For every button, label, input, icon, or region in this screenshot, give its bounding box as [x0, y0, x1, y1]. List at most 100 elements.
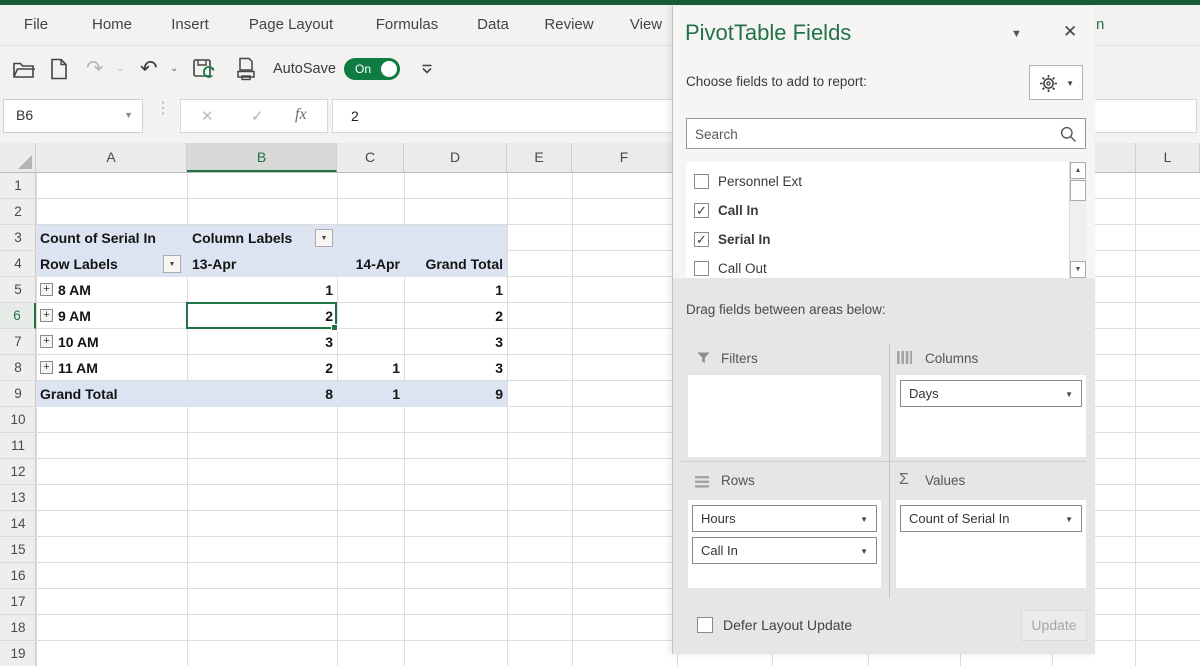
row-header-14[interactable]: 14	[0, 511, 36, 537]
scroll-up-icon[interactable]: ▲	[1070, 162, 1086, 179]
undo-icon[interactable]: ↶	[140, 46, 158, 91]
field-checkbox[interactable]: ✓	[694, 232, 709, 247]
pivot-grand-label[interactable]: Grand Total	[40, 381, 118, 407]
pivot-row-label[interactable]: 8 AM	[58, 277, 91, 303]
pivot-cell-d4[interactable]: Grand Total	[404, 251, 503, 277]
column-header-D[interactable]: D	[404, 143, 507, 172]
new-file-icon[interactable]	[50, 46, 68, 91]
pivot-value[interactable]: 1	[404, 277, 503, 303]
row-header-9[interactable]: 9	[0, 381, 36, 407]
menu-tab-home[interactable]: Home	[92, 5, 132, 45]
pivot-grand-v1[interactable]: 8	[187, 381, 333, 407]
row-header-4[interactable]: 4	[0, 251, 36, 277]
pivot-row-label[interactable]: 10 AM	[58, 329, 99, 355]
name-box-dropdown-icon[interactable]: ▼	[124, 110, 133, 120]
column-header-L[interactable]: L	[1135, 143, 1200, 172]
row-header-18[interactable]: 18	[0, 615, 36, 641]
tools-button[interactable]: ▼	[1029, 65, 1083, 100]
field-list-scrollbar[interactable]: ▲ ▼	[1069, 162, 1086, 278]
pivot-row-label[interactable]: 9 AM	[58, 303, 91, 329]
field-item-call-in[interactable]: ✓Call In	[686, 197, 1066, 226]
pivot-cell-a4[interactable]: Row Labels	[40, 251, 118, 277]
column-header-A[interactable]: A	[36, 143, 187, 172]
pill-dropdown-icon[interactable]: ▼	[860, 515, 868, 524]
columns-pill-days[interactable]: Days▼	[900, 380, 1082, 407]
menu-tab-data[interactable]: Data	[477, 5, 509, 45]
pivot-cell-a3[interactable]: Count of Serial In	[40, 225, 156, 251]
rows-pill-call-in[interactable]: Call In▼	[692, 537, 877, 564]
row-header-11[interactable]: 11	[0, 433, 36, 459]
row-header-2[interactable]: 2	[0, 199, 36, 225]
field-item-call-out[interactable]: Call Out	[686, 255, 1066, 278]
select-all-corner[interactable]	[0, 143, 36, 172]
row-header-8[interactable]: 8	[0, 355, 36, 381]
pill-dropdown-icon[interactable]: ▼	[860, 547, 868, 556]
customize-toolbar-icon[interactable]	[420, 46, 434, 91]
row-header-1[interactable]: 1	[0, 173, 36, 199]
row-header-19[interactable]: 19	[0, 641, 36, 666]
menu-tab-file[interactable]: File	[24, 5, 48, 45]
pivot-value[interactable]: 3	[404, 329, 503, 355]
enter-icon[interactable]: ✓	[251, 107, 264, 125]
pivot-value[interactable]: 2	[404, 303, 503, 329]
update-button[interactable]: Update	[1021, 610, 1087, 641]
column-labels-filter-icon[interactable]: ▼	[315, 229, 333, 247]
pivot-grand-v2[interactable]: 1	[337, 381, 400, 407]
scrollbar-thumb[interactable]	[1070, 180, 1086, 201]
column-header-B[interactable]: B	[187, 143, 337, 172]
menu-tab-view[interactable]: View	[630, 5, 662, 45]
menu-tab-insert[interactable]: Insert	[171, 5, 209, 45]
menu-tab-review[interactable]: Review	[544, 5, 593, 45]
pivot-value[interactable]: 2	[187, 355, 333, 381]
expand-icon[interactable]: +	[40, 283, 53, 296]
pivot-cell-b4[interactable]: 13-Apr	[192, 251, 236, 277]
expand-icon[interactable]: +	[40, 361, 53, 374]
column-header-E[interactable]: E	[507, 143, 572, 172]
open-file-icon[interactable]	[12, 46, 36, 91]
field-item-serial-in[interactable]: ✓Serial In	[686, 226, 1066, 255]
expand-icon[interactable]: +	[40, 309, 53, 322]
field-checkbox[interactable]	[694, 174, 709, 189]
pivot-value[interactable]: 2	[187, 303, 333, 329]
pivot-grand-total[interactable]: 9	[404, 381, 503, 407]
column-header-C[interactable]: C	[337, 143, 404, 172]
field-checkbox[interactable]: ✓	[694, 203, 709, 218]
insert-function-icon[interactable]: fx	[295, 106, 307, 124]
row-header-16[interactable]: 16	[0, 563, 36, 589]
values-drop-area[interactable]: Count of Serial In▼	[896, 500, 1086, 588]
row-header-13[interactable]: 13	[0, 485, 36, 511]
save-sync-icon[interactable]	[192, 46, 216, 91]
print-preview-icon[interactable]	[236, 46, 256, 91]
field-item-personnel-ext[interactable]: Personnel Ext	[686, 168, 1066, 197]
redo-dropdown-icon[interactable]: ⌄	[116, 46, 124, 91]
pivot-value[interactable]: 3	[187, 329, 333, 355]
defer-layout-checkbox[interactable]	[697, 617, 713, 633]
pill-dropdown-icon[interactable]: ▼	[1065, 515, 1073, 524]
column-header-F[interactable]: F	[572, 143, 677, 172]
pivot-value[interactable]: 3	[404, 355, 503, 381]
pivot-value[interactable]: 1	[337, 355, 400, 381]
expand-icon[interactable]: +	[40, 335, 53, 348]
pivot-cell-c4[interactable]: 14-Apr	[337, 251, 400, 277]
undo-dropdown-icon[interactable]: ⌄	[170, 46, 178, 91]
filters-drop-area[interactable]	[688, 375, 881, 457]
pane-close-icon[interactable]: ✕	[1063, 22, 1077, 42]
values-pill-count-of-serial-in[interactable]: Count of Serial In▼	[900, 505, 1082, 532]
scroll-down-icon[interactable]: ▼	[1070, 261, 1086, 278]
row-header-12[interactable]: 12	[0, 459, 36, 485]
menu-tab-formulas[interactable]: Formulas	[376, 5, 439, 45]
name-box[interactable]: B6 ▼	[3, 99, 143, 133]
row-labels-filter-icon[interactable]: ▼	[163, 255, 181, 273]
row-header-5[interactable]: 5	[0, 277, 36, 303]
autosave-toggle[interactable]: On	[344, 58, 400, 80]
pill-dropdown-icon[interactable]: ▼	[1065, 390, 1073, 399]
pivot-row-label[interactable]: 11 AM	[58, 355, 98, 381]
redo-icon[interactable]: ↷	[86, 46, 104, 91]
menu-tab-page-layout[interactable]: Page Layout	[249, 5, 333, 45]
pivot-value[interactable]: 1	[187, 277, 333, 303]
search-input[interactable]	[695, 124, 1055, 144]
row-header-3[interactable]: 3	[0, 225, 36, 251]
rows-drop-area[interactable]: Hours▼Call In▼	[688, 500, 881, 588]
field-checkbox[interactable]	[694, 261, 709, 276]
row-header-6[interactable]: 6	[0, 303, 36, 329]
